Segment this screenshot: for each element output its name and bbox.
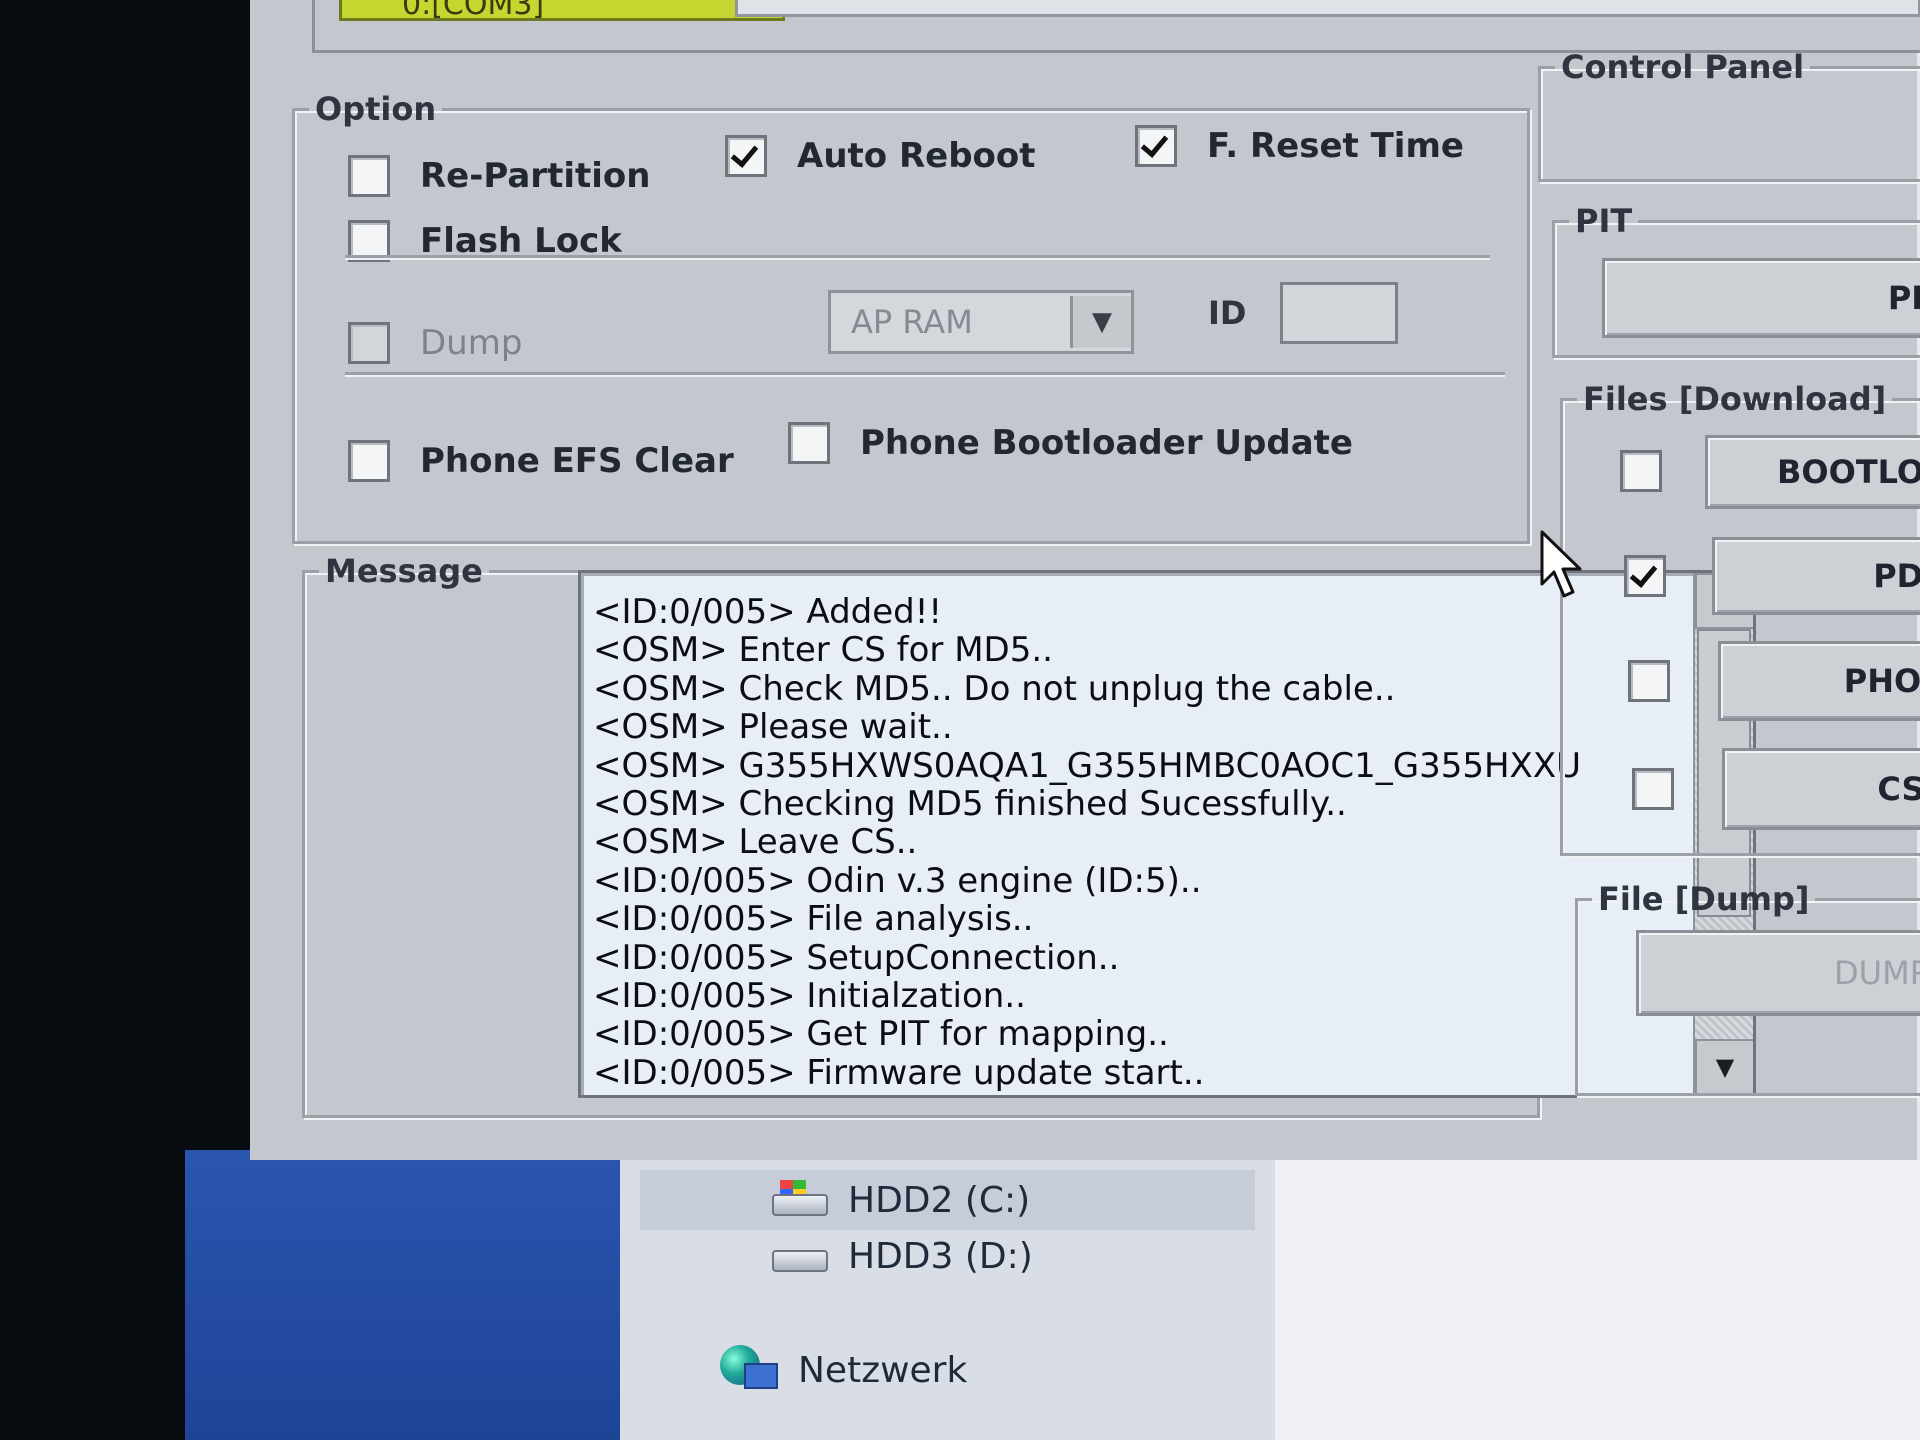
dump-id-input[interactable]: [1280, 282, 1398, 344]
tree-item-label: HDD2 (C:): [848, 1179, 1031, 1221]
log-line: <OSM> Leave CS..: [593, 823, 918, 862]
f-reset-time-option[interactable]: F. Reset Time: [1135, 125, 1464, 167]
dump-option[interactable]: Dump: [348, 322, 522, 364]
phone-bootloader-update-label: Phone Bootloader Update: [860, 423, 1353, 463]
auto-reboot-label: Auto Reboot: [797, 136, 1036, 176]
file-dump-title: File [Dump]: [1598, 880, 1810, 918]
dump-checkbox[interactable]: [348, 322, 390, 364]
tree-item-hdd2[interactable]: HDD2 (C:): [640, 1170, 1255, 1230]
file-explorer-panel: HDD2 (C:) HDD3 (D:) Netzwerk: [620, 1140, 1920, 1440]
files-download-title: Files [Download]: [1583, 380, 1887, 418]
tree-item-netzwerk[interactable]: Netzwerk: [720, 1340, 967, 1400]
pit-button[interactable]: PIT: [1602, 258, 1920, 338]
re-partition-checkbox[interactable]: [348, 155, 390, 197]
pda-checkbox[interactable]: [1624, 555, 1666, 597]
log-line: <ID:0/005> Firmware update start..: [593, 1053, 1205, 1093]
com-port-indicator: 0:[COM3]: [339, 0, 785, 21]
dump-id-label: ID: [1208, 294, 1247, 332]
dump-type-select[interactable]: AP RAM ▼: [828, 290, 1134, 354]
log-line: <OSM> Check MD5.. Do not unplug the cabl…: [593, 669, 1396, 709]
phone-button-label: PHON: [1843, 662, 1920, 700]
tree-item-hdd3[interactable]: HDD3 (D:): [640, 1226, 1033, 1286]
csc-button-label: CSC: [1877, 770, 1920, 808]
log-line: <OSM> Enter CS for MD5..: [593, 631, 1053, 670]
phone-efs-clear-option[interactable]: Phone EFS Clear: [348, 440, 734, 482]
re-partition-label: Re-Partition: [420, 156, 651, 196]
pit-title: PIT: [1575, 202, 1633, 240]
csc-button[interactable]: CSC: [1722, 748, 1920, 830]
dump-button-label: DUMP: [1834, 954, 1920, 992]
windows-drive-icon: [770, 1180, 830, 1220]
f-reset-time-checkbox[interactable]: [1135, 125, 1177, 167]
re-partition-option[interactable]: Re-Partition: [348, 155, 650, 197]
explorer-content-pane: [1275, 1140, 1920, 1440]
chevron-down-icon[interactable]: ▼: [1070, 296, 1131, 348]
tree-item-label: Netzwerk: [798, 1349, 968, 1391]
control-panel-group: Control Panel: [1538, 48, 1920, 182]
phone-button[interactable]: PHON: [1718, 641, 1920, 721]
mouse-cursor-icon: [1540, 530, 1582, 598]
bootloader-checkbox[interactable]: [1620, 450, 1662, 492]
pda-button-label: PDA: [1873, 557, 1920, 595]
bootloader-button-label: BOOTLOA: [1777, 453, 1920, 491]
log-line: <ID:0/005> SetupConnection..: [593, 938, 1120, 978]
phone-bootloader-update-checkbox[interactable]: [788, 422, 830, 464]
dump-label: Dump: [420, 323, 523, 363]
desktop-background: [185, 1150, 655, 1440]
com-port-slot: [735, 0, 1920, 17]
log-line: <OSM> Checking MD5 finished Sucessfully.…: [593, 785, 1347, 824]
log-line: <OSM> G355HXWS0AQA1_G355HMBC0AOC1_G355HX…: [593, 746, 1582, 786]
dump-type-value: AP RAM: [851, 303, 973, 341]
network-icon: [720, 1345, 780, 1395]
f-reset-time-label: F. Reset Time: [1207, 126, 1464, 166]
drive-icon: [770, 1236, 830, 1276]
auto-reboot-checkbox[interactable]: [725, 135, 767, 177]
phone-efs-clear-checkbox[interactable]: [348, 440, 390, 482]
tree-item-label: HDD3 (D:): [848, 1235, 1033, 1277]
com-port-strip: 0:[COM3]: [312, 0, 1920, 53]
message-title: Message: [325, 552, 483, 590]
auto-reboot-option[interactable]: Auto Reboot: [725, 135, 1036, 177]
log-line: <ID:0/005> Odin v.3 engine (ID:5)..: [593, 861, 1202, 901]
option-title: Option: [315, 90, 437, 128]
option-separator: [345, 372, 1505, 377]
odin-window: 0:[COM3] Option Re-Partition Auto Reboot…: [250, 0, 1920, 1160]
option-separator: [345, 255, 1490, 260]
bootloader-button[interactable]: BOOTLOA: [1705, 435, 1920, 509]
control-panel-title: Control Panel: [1561, 48, 1805, 86]
pda-button[interactable]: PDA: [1712, 537, 1920, 615]
log-line: <OSM> Please wait..: [593, 708, 953, 747]
log-line: <ID:0/005> Get PIT for mapping..: [593, 1015, 1169, 1054]
dump-button[interactable]: DUMP: [1636, 930, 1920, 1016]
log-line: <ID:0/005> File analysis..: [593, 900, 1034, 939]
csc-checkbox[interactable]: [1632, 768, 1674, 810]
phone-bootloader-update-option[interactable]: Phone Bootloader Update: [788, 422, 1353, 464]
log-line: <ID:0/005> Initialzation..: [593, 977, 1026, 1016]
log-line: <ID:0/005> Added!!: [593, 593, 943, 632]
phone-efs-clear-label: Phone EFS Clear: [420, 441, 734, 481]
pit-button-label: PIT: [1887, 279, 1920, 317]
phone-checkbox[interactable]: [1628, 660, 1670, 702]
com-port-label: 0:[COM3]: [402, 0, 545, 21]
message-lines: <ID:0/005> Added!! <OSM> Enter CS for MD…: [593, 593, 1683, 1092]
